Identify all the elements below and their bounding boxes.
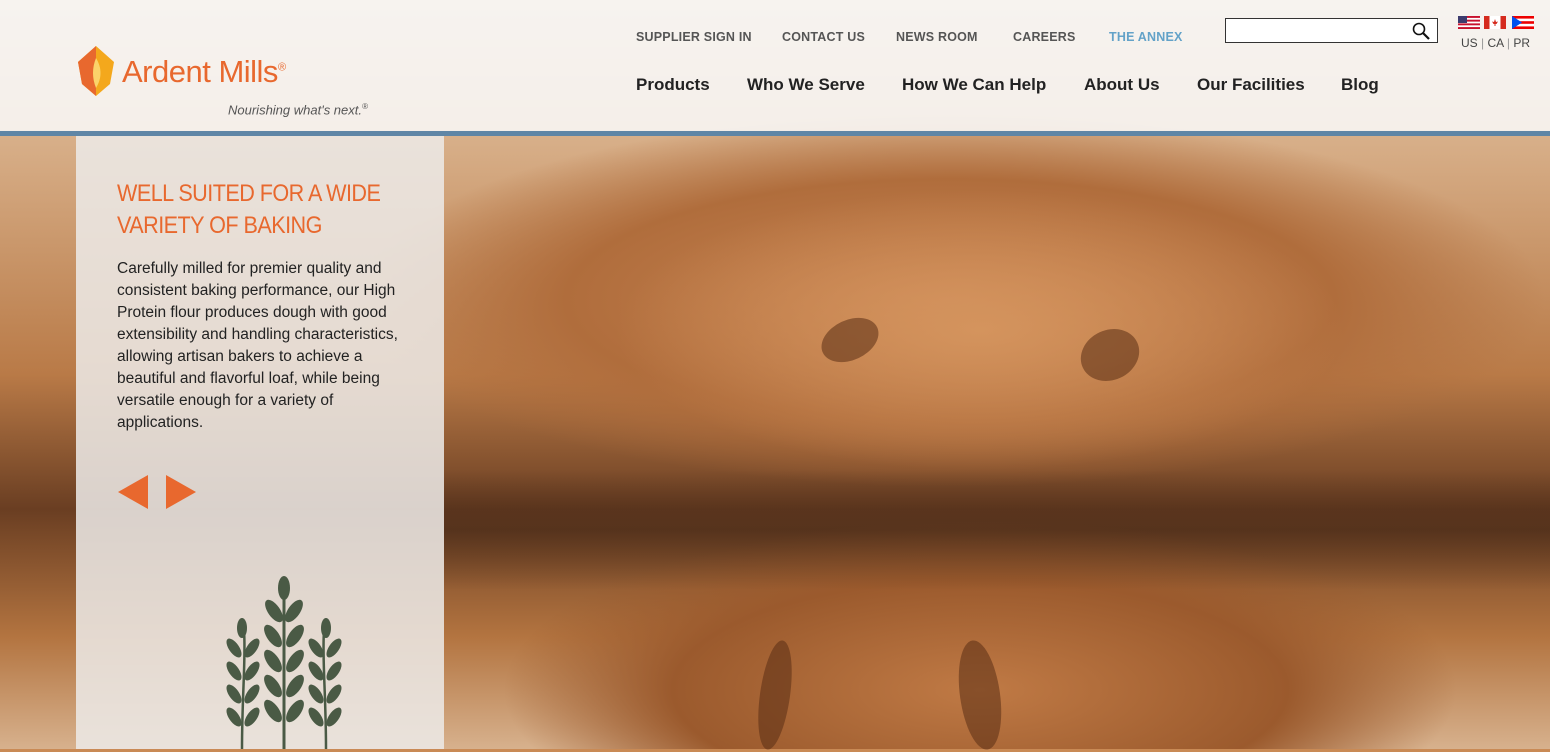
hero-body-text: Carefully milled for premier quality and…	[117, 260, 398, 431]
search-box	[1225, 18, 1438, 43]
bread-score	[1072, 319, 1148, 391]
nav-our-facilities[interactable]: Our Facilities	[1197, 75, 1305, 95]
arrow-right-icon[interactable]	[164, 473, 198, 511]
brand-logo[interactable]: Ardent Mills® Nourishing what's next.®	[76, 44, 396, 124]
bread-score	[952, 637, 1008, 752]
site-header: Ardent Mills® Nourishing what's next.® S…	[0, 0, 1550, 136]
puerto-rico-flag-icon[interactable]	[1512, 16, 1534, 29]
nav-who-we-serve[interactable]: Who We Serve	[747, 75, 865, 95]
locale-link-us[interactable]: US	[1461, 36, 1478, 50]
us-flag-icon[interactable]	[1458, 16, 1480, 29]
utility-link-supplier-sign-in[interactable]: SUPPLIER SIGN IN	[636, 30, 752, 44]
bread-score	[814, 309, 886, 371]
search-input[interactable]	[1230, 20, 1409, 43]
brand-tagline: Nourishing what's next.®	[228, 102, 368, 118]
locale-link-ca[interactable]: CA	[1487, 36, 1503, 50]
locale-link-pr[interactable]: PR	[1513, 36, 1530, 50]
utility-link-the-annex[interactable]: THE ANNEX	[1109, 30, 1183, 44]
arrow-left-icon[interactable]	[116, 473, 150, 511]
locale-links: US | CA | PR	[1461, 36, 1530, 50]
nav-how-we-can-help[interactable]: How We Can Help	[902, 75, 1046, 95]
nav-blog[interactable]: Blog	[1341, 75, 1379, 95]
nav-about-us[interactable]: About Us	[1084, 75, 1160, 95]
nav-products[interactable]: Products	[636, 75, 710, 95]
brand-name: Ardent Mills®	[122, 54, 286, 89]
locale-separator: |	[1481, 36, 1485, 50]
utility-link-careers[interactable]: CAREERS	[1013, 30, 1076, 44]
locale-separator: |	[1506, 36, 1510, 50]
ardent-mills-logo-icon	[78, 46, 114, 96]
bread-score	[752, 638, 798, 752]
canada-flag-icon[interactable]	[1484, 16, 1506, 29]
search-icon[interactable]	[1411, 21, 1431, 41]
wheat-icon	[226, 576, 342, 749]
utility-link-contact-us[interactable]: CONTACT US	[782, 30, 865, 44]
hero-content-panel: WELL SUITED FOR A WIDE VARIETY OF BAKING…	[76, 136, 444, 749]
utility-link-news-room[interactable]: NEWS ROOM	[896, 30, 978, 44]
loaf-shadow	[444, 470, 1550, 590]
hero-title: WELL SUITED FOR A WIDE VARIETY OF BAKING	[117, 180, 381, 239]
